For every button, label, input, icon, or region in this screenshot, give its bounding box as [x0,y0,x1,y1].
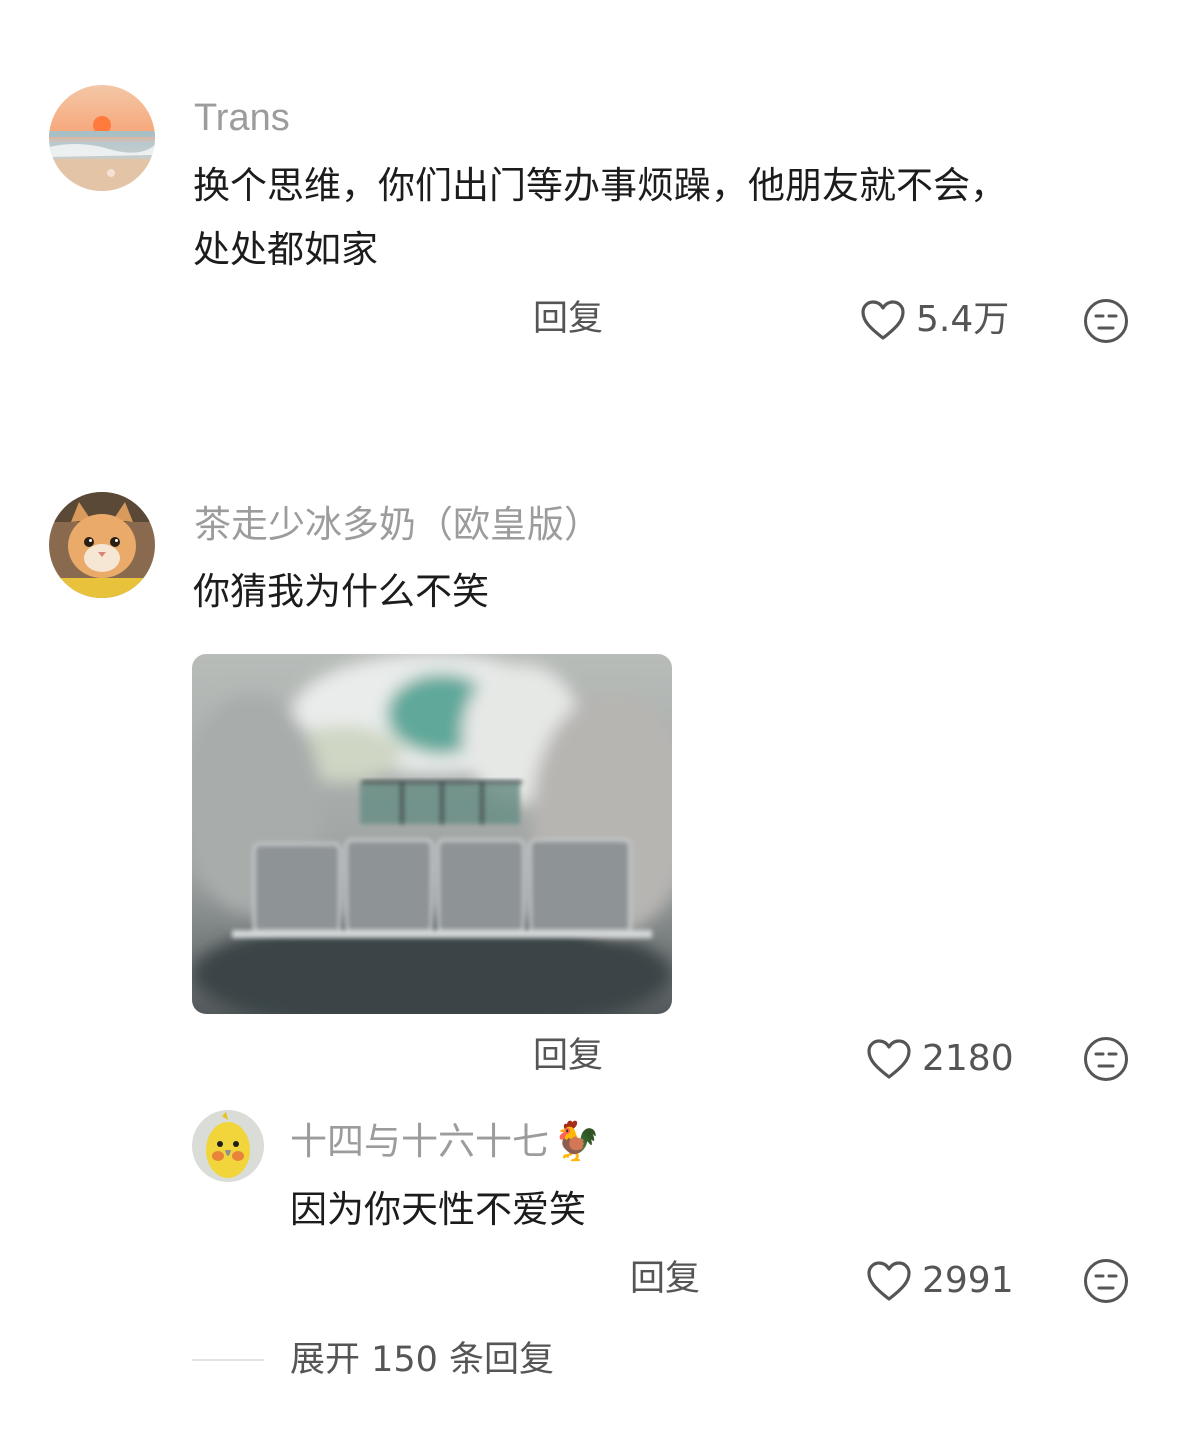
comment-username[interactable]: 茶走少冰多奶（欧皇版） [194,506,601,543]
like-button[interactable]: 2991 [866,1260,1014,1302]
comment-text-line: 换个思维，你们出门等办事烦躁，他朋友就不会， [193,164,1007,207]
expand-replies-button[interactable]: 展开 150 条回复 [290,1343,554,1378]
like-count: 5.4万 [916,299,1010,340]
expand-divider [192,1359,264,1361]
like-count: 2180 [922,1038,1014,1079]
reply-button[interactable]: 回复 [533,302,603,337]
avatar-parrot[interactable] [192,1110,264,1182]
dislike-button[interactable] [1083,1258,1129,1308]
rooster-emoji: 🐓 [553,1119,601,1163]
like-button[interactable]: 5.4万 [860,299,1009,341]
reply-button[interactable]: 回复 [533,1039,603,1074]
heart-outline-icon [867,1261,911,1301]
like-button[interactable]: 2180 [866,1038,1014,1080]
dislike-button[interactable] [1083,1036,1129,1086]
avatar-trans[interactable] [49,85,155,191]
comment-text-line: 处处都如家 [193,228,378,271]
meh-face-icon [1084,299,1128,343]
comment-text: 换个思维，你们出门等办事烦躁，他朋友就不会， 处处都如家 [193,154,1123,282]
comment-image[interactable] [192,654,672,1014]
avatar-cat[interactable] [49,492,155,598]
reply-button[interactable]: 回复 [630,1262,700,1297]
heart-outline-icon [867,1039,911,1079]
dislike-button[interactable] [1083,298,1129,348]
comment-text: 你猜我为什么不笑 [193,570,489,613]
reply-username-text: 十四与十六十七 [290,1120,549,1163]
reply-text: 因为你天性不爱笑 [290,1188,586,1231]
waiting-room-photo [192,654,672,1014]
reply-username[interactable]: 十四与十六十七 🐓 [290,1122,600,1160]
heart-outline-icon [861,300,905,340]
meh-face-icon [1084,1037,1128,1081]
comment-username[interactable]: Trans [194,99,290,137]
cat-avatar-image [49,492,155,598]
sunset-beach-avatar-image [49,85,155,191]
parrot-avatar-image [192,1110,264,1182]
like-count: 2991 [922,1260,1014,1301]
meh-face-icon [1084,1259,1128,1303]
